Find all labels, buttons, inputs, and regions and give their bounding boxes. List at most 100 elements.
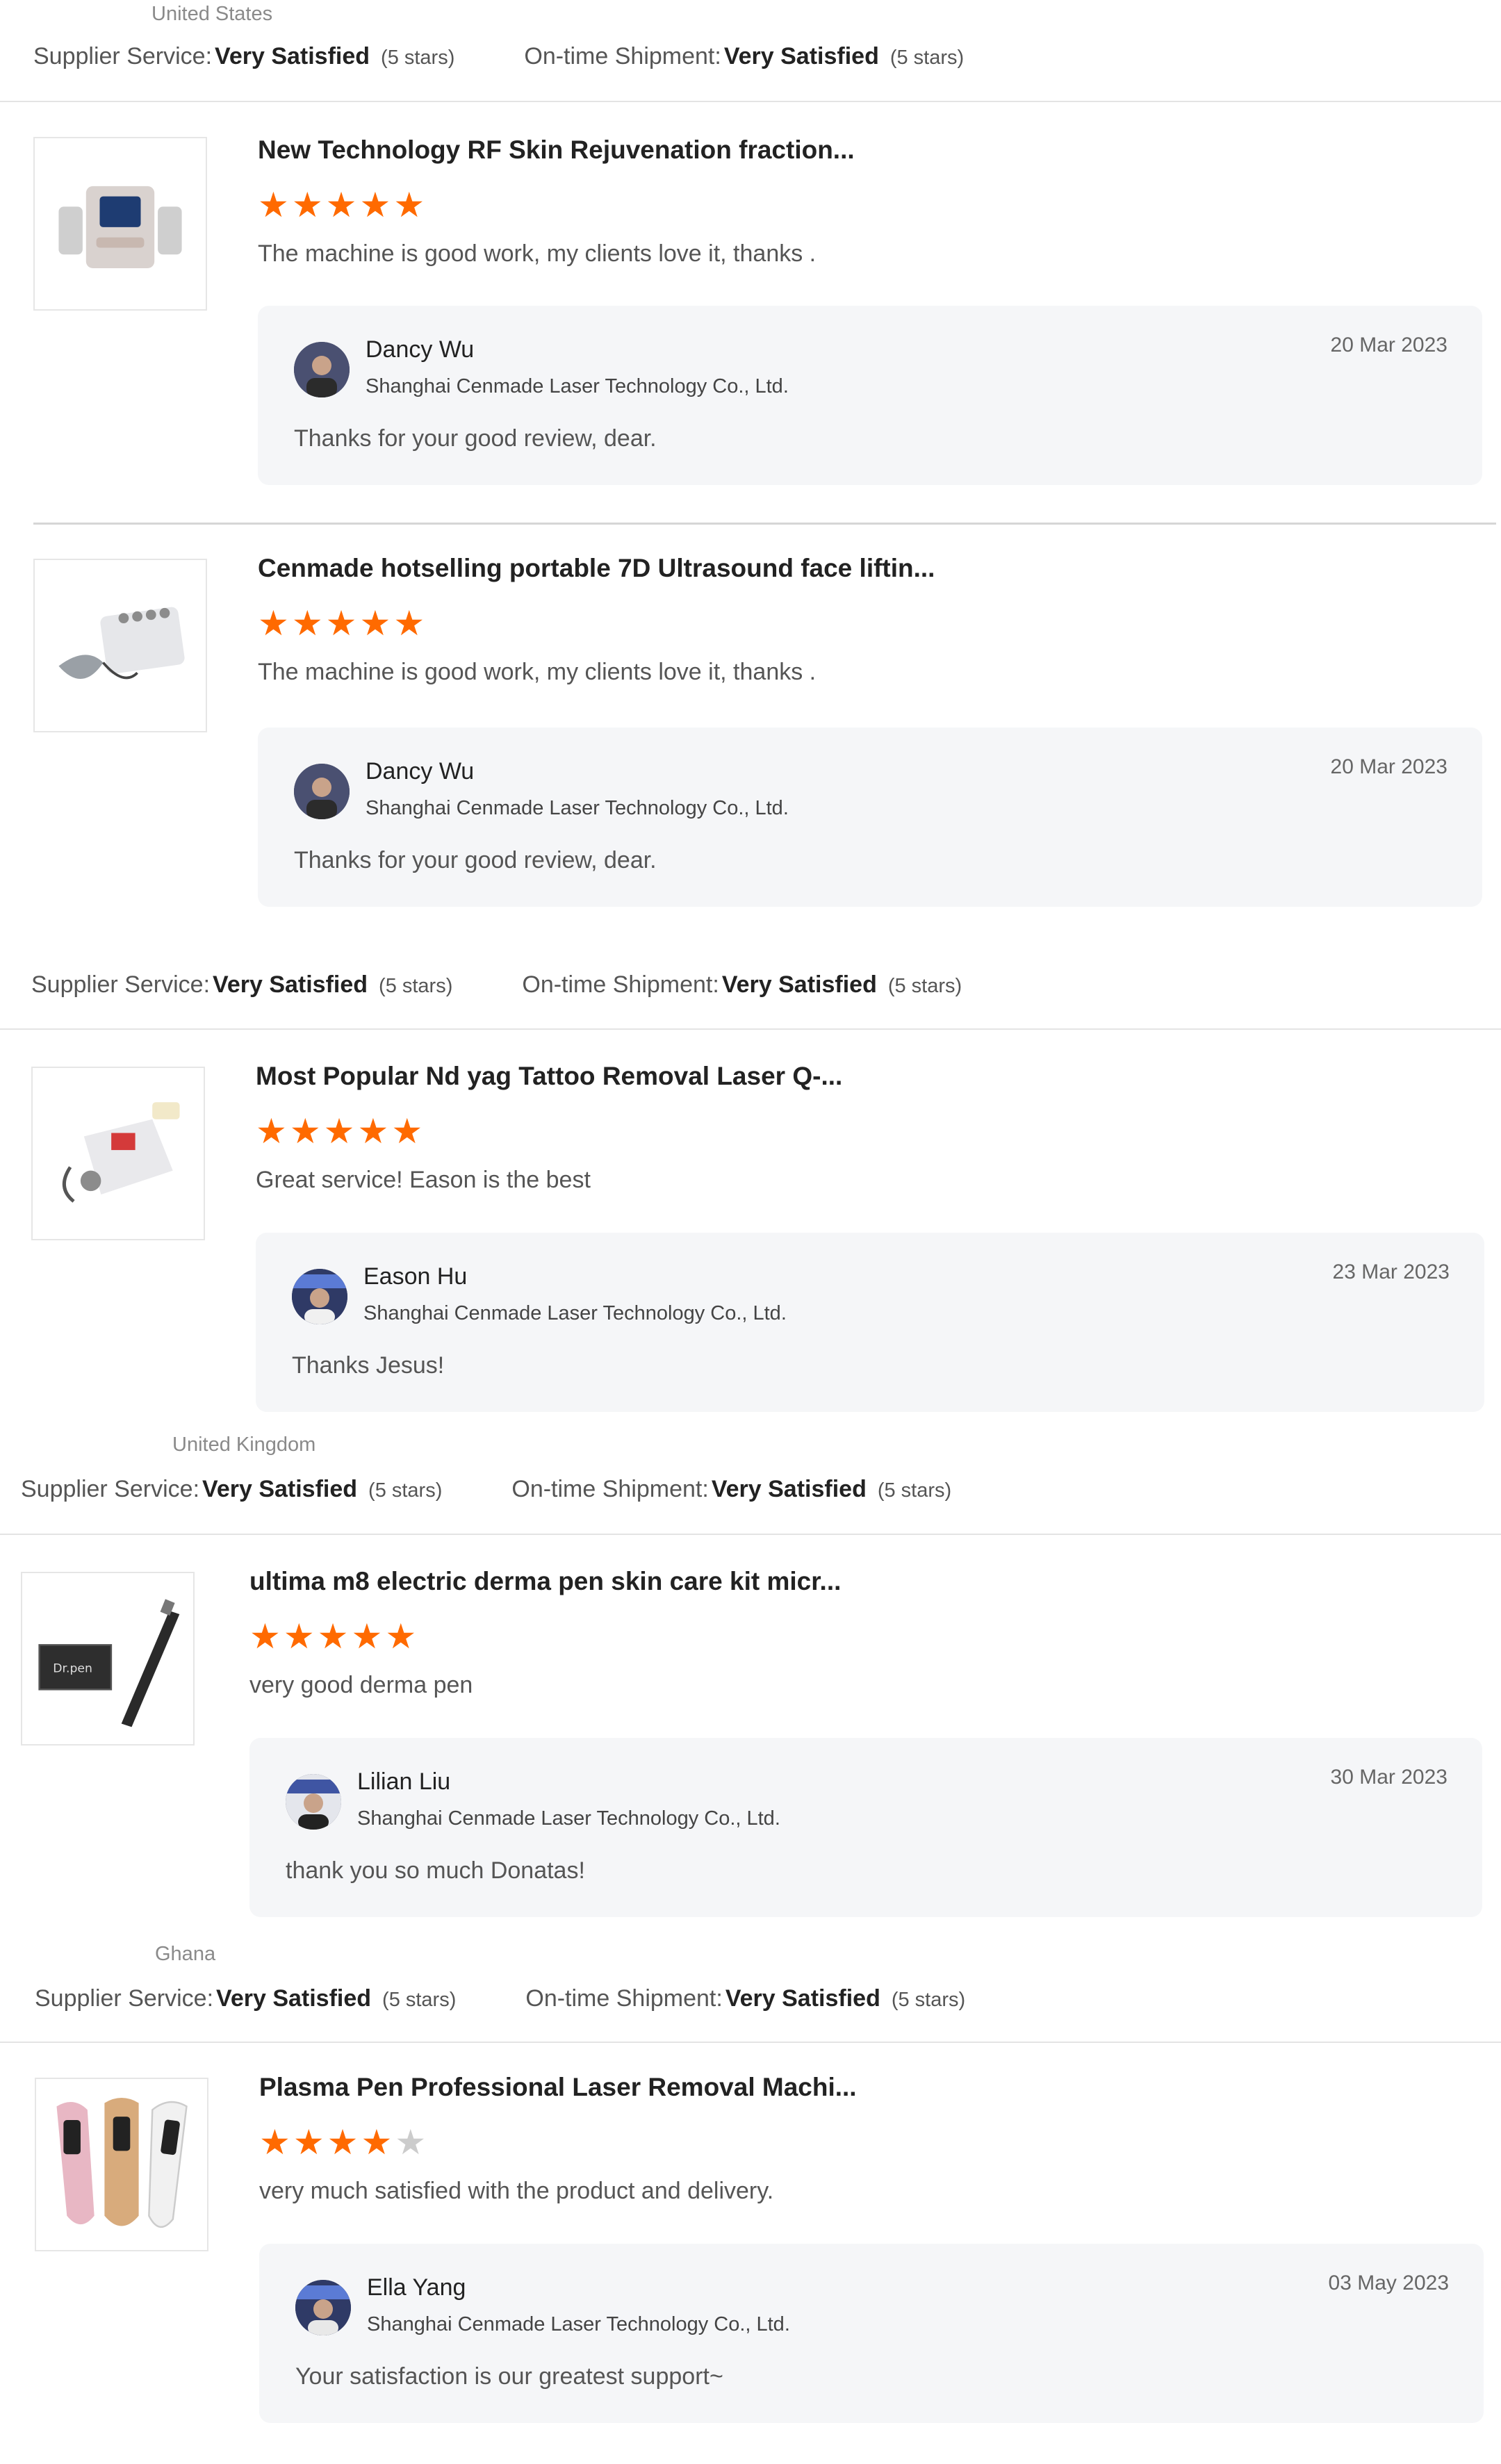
reviewer-country: United States	[151, 3, 273, 25]
rating-stars: ★★★★★	[258, 188, 427, 222]
star-icon: ★	[249, 1617, 284, 1656]
laser-machine-image[interactable]	[31, 1067, 205, 1240]
star-icon: ★	[327, 2123, 361, 2162]
review-text: The machine is good work, my clients lov…	[258, 659, 817, 685]
star-icon: ★	[289, 1112, 324, 1151]
reply-author: Lilian Liu	[357, 1768, 451, 1795]
product-title[interactable]: New Technology RF Skin Rejuvenation frac…	[258, 135, 855, 165]
supplier-service-stars: (5 stars)	[381, 47, 455, 69]
product-title[interactable]: Most Popular Nd yag Tattoo Removal Laser…	[256, 1062, 842, 1091]
reply-text: thank you so much Donatas!	[286, 1857, 585, 1884]
review-text: very much satisfied with the product and…	[259, 2178, 774, 2204]
star-icon: ★	[283, 1617, 318, 1656]
derma-pen-image[interactable]: Dr.pen	[21, 1572, 195, 1746]
reviewer-ratings: Supplier Service: Very Satisfied (5 stars)…	[33, 43, 964, 70]
supplier-service-stars: (5 stars)	[368, 1479, 443, 1502]
divider	[0, 1534, 1501, 1535]
supplier-reply: Lilian Liu Shanghai Cenmade Laser Techno…	[249, 1738, 1482, 1917]
shipment-stars: (5 stars)	[891, 1989, 966, 2011]
rating-stars: ★★★★★	[256, 1114, 425, 1149]
supplier-service-stars: (5 stars)	[379, 975, 453, 997]
supplier-service-value: Very Satisfied	[202, 1476, 358, 1502]
avatar	[295, 2280, 351, 2335]
supplier-service-label: Supplier Service:	[21, 1476, 200, 1502]
shipment-label: On-time Shipment:	[522, 971, 719, 998]
star-icon: ★	[258, 604, 292, 643]
reply-author: Ella Yang	[367, 2274, 466, 2301]
reply-date: 20 Mar 2023	[1330, 334, 1447, 356]
reply-company: Shanghai Cenmade Laser Technology Co., L…	[357, 1807, 780, 1830]
product-title[interactable]: Plasma Pen Professional Laser Removal Ma…	[259, 2073, 857, 2102]
shipment-stars: (5 stars)	[877, 1479, 952, 1502]
reply-text: Your satisfaction is our greatest suppor…	[295, 2363, 723, 2390]
supplier-service-value: Very Satisfied	[215, 43, 370, 69]
reply-author: Dancy Wu	[366, 758, 475, 785]
reviewer-country: Ghana	[155, 1943, 216, 1965]
star-icon: ★	[359, 604, 394, 643]
supplier-reply: Eason Hu Shanghai Cenmade Laser Technolo…	[256, 1233, 1484, 1412]
reply-text: Thanks Jesus!	[292, 1352, 445, 1379]
star-icon: ★	[357, 1112, 392, 1151]
supplier-reply: Dancy Wu Shanghai Cenmade Laser Technolo…	[258, 728, 1482, 907]
shipment-value: Very Satisfied	[721, 971, 877, 998]
avatar	[294, 342, 350, 397]
shipment-label: On-time Shipment:	[525, 1985, 723, 2012]
reply-text: Thanks for your good review, dear.	[294, 847, 657, 873]
supplier-service-value: Very Satisfied	[213, 971, 368, 998]
star-empty-icon: ★	[395, 2123, 429, 2162]
reply-author: Dancy Wu	[366, 336, 475, 363]
star-icon: ★	[385, 1617, 420, 1656]
product-title[interactable]: ultima m8 electric derma pen skin care k…	[249, 1567, 841, 1596]
supplier-reply: Dancy Wu Shanghai Cenmade Laser Technolo…	[258, 306, 1482, 485]
star-icon: ★	[391, 1112, 426, 1151]
divider	[33, 523, 1496, 525]
reviewer-ratings: Supplier Service: Very Satisfied (5 stars)…	[21, 1476, 951, 1503]
shipment-label: On-time Shipment:	[524, 43, 721, 69]
review-text: very good derma pen	[249, 1672, 473, 1698]
reply-date: 30 Mar 2023	[1330, 1766, 1447, 1789]
shipment-stars: (5 stars)	[887, 975, 962, 997]
reviewer-ratings: Supplier Service: Very Satisfied (5 stars)…	[35, 1985, 965, 2012]
ultrasound-machine-image[interactable]	[33, 559, 207, 732]
supplier-service-label: Supplier Service:	[31, 971, 211, 998]
star-icon: ★	[317, 1617, 352, 1656]
avatar	[292, 1269, 347, 1324]
rating-stars: ★★★★★	[259, 2125, 429, 2160]
avatar	[294, 764, 350, 819]
star-icon: ★	[323, 1112, 358, 1151]
star-icon: ★	[256, 1112, 290, 1151]
divider	[0, 2042, 1501, 2043]
shipment-value: Very Satisfied	[711, 1476, 867, 1502]
star-icon: ★	[291, 186, 326, 224]
star-icon: ★	[361, 2123, 395, 2162]
reply-author: Eason Hu	[363, 1263, 468, 1290]
star-icon: ★	[291, 604, 326, 643]
star-icon: ★	[258, 186, 292, 224]
review-text: Great service! Eason is the best	[256, 1167, 591, 1193]
star-icon: ★	[393, 186, 428, 224]
supplier-service-stars: (5 stars)	[382, 1989, 457, 2011]
divider	[0, 1028, 1501, 1030]
reply-date: 23 Mar 2023	[1332, 1260, 1450, 1283]
reply-date: 03 May 2023	[1328, 2272, 1449, 2294]
reviewer-country: United Kingdom	[172, 1434, 316, 1456]
reply-date: 20 Mar 2023	[1330, 755, 1447, 778]
review-text: The machine is good work, my clients lov…	[258, 240, 817, 267]
product-title[interactable]: Cenmade hotselling portable 7D Ultrasoun…	[258, 554, 935, 583]
star-icon: ★	[293, 2123, 327, 2162]
reviewer-ratings: Supplier Service: Very Satisfied (5 stars)…	[31, 971, 962, 999]
shipment-value: Very Satisfied	[725, 1985, 880, 2012]
plasma-pen-image[interactable]	[35, 2078, 208, 2251]
star-icon: ★	[359, 186, 394, 224]
star-icon: ★	[325, 186, 360, 224]
supplier-service-value: Very Satisfied	[216, 1985, 372, 2012]
shipment-stars: (5 stars)	[889, 47, 965, 69]
rf-machine-image[interactable]	[33, 137, 207, 311]
reply-company: Shanghai Cenmade Laser Technology Co., L…	[367, 2313, 790, 2335]
shipment-label: On-time Shipment:	[511, 1476, 709, 1502]
avatar	[286, 1774, 341, 1830]
star-icon: ★	[325, 604, 360, 643]
supplier-reply: Ella Yang Shanghai Cenmade Laser Technol…	[259, 2244, 1484, 2423]
star-icon: ★	[393, 604, 428, 643]
rating-stars: ★★★★★	[249, 1619, 419, 1654]
